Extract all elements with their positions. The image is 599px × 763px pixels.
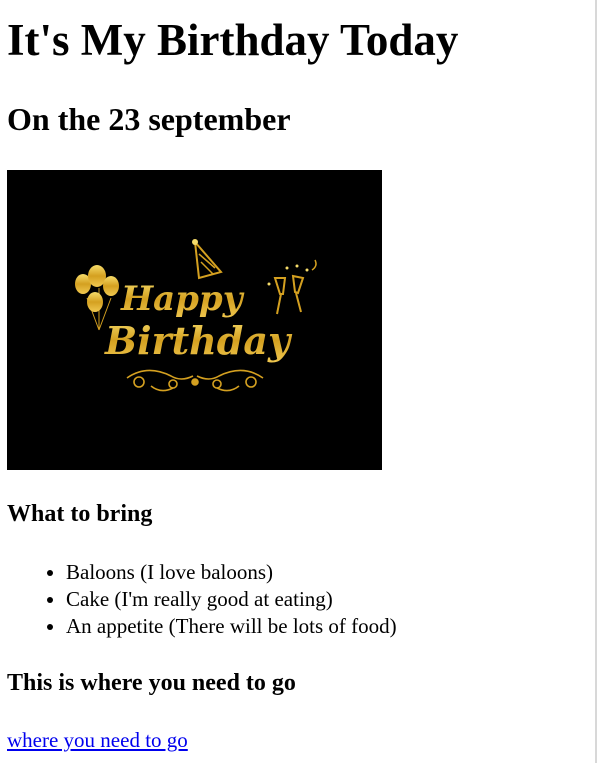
page-title: It's My Birthday Today [7, 15, 459, 65]
what-to-bring-heading: What to bring [7, 501, 153, 527]
banner-happy-text: Happy [120, 279, 245, 319]
directions-link[interactable]: where you need to go [7, 727, 188, 754]
directions-heading: This is where you need to go [7, 670, 296, 696]
list-item: Baloons (I love baloons) [66, 559, 397, 586]
banner-birthday-text: Birthday [104, 318, 293, 363]
list-item: An appetite (There will be lots of food) [66, 613, 397, 640]
page: It's My Birthday Today On the 23 septemb… [0, 0, 597, 763]
bring-list: Baloons (I love baloons) Cake (I'm reall… [0, 559, 397, 640]
page-subtitle: On the 23 september [7, 101, 291, 137]
list-item: Cake (I'm really good at eating) [66, 586, 397, 613]
birthday-banner-image: Happy Birthday [7, 170, 382, 470]
